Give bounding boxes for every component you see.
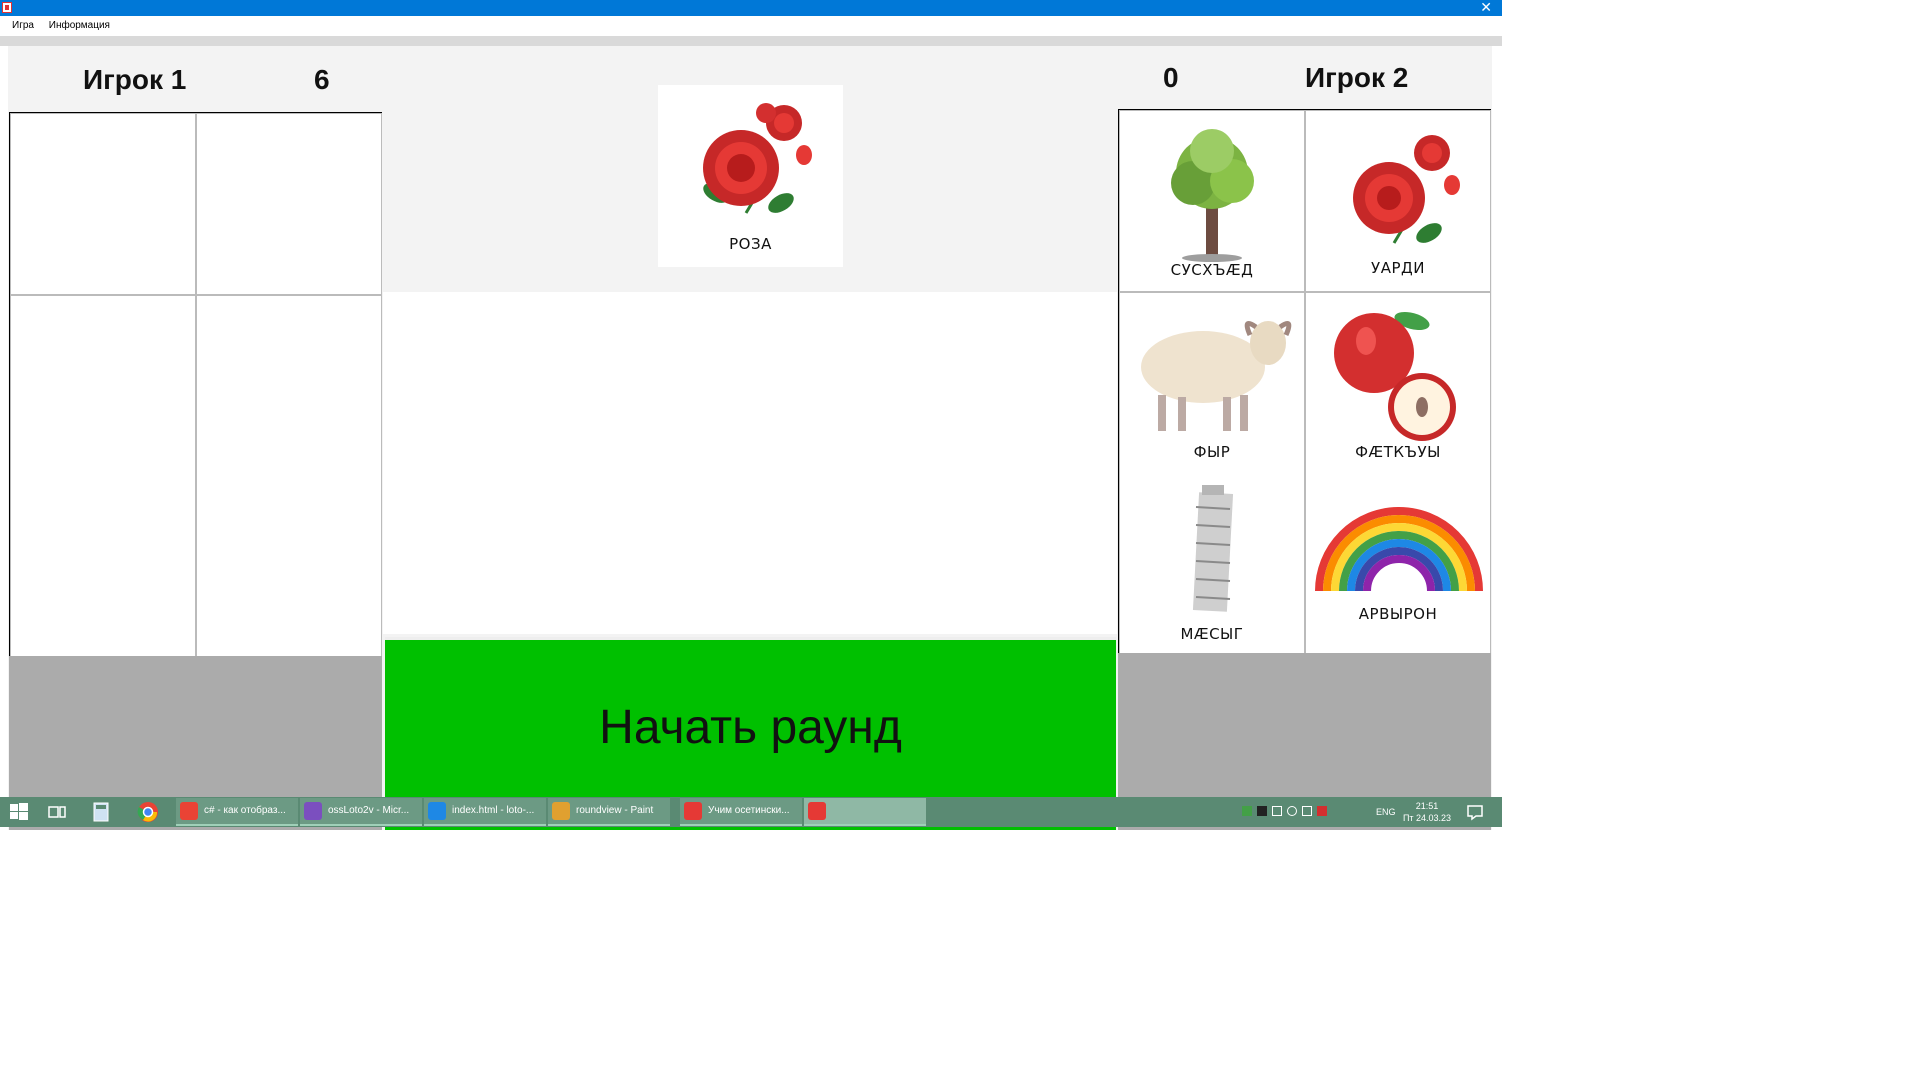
player2-name: Игрок 2: [1305, 62, 1409, 93]
taskbar: c# - как отобраз... ossLoto2v - Micr... …: [0, 797, 1502, 827]
app-icon: [2, 2, 12, 13]
clock-time: 21:51: [1415, 801, 1439, 811]
player1-name: Игрок 1: [83, 64, 187, 95]
rainbow-icon: [1315, 507, 1483, 592]
player1-cell[interactable]: [10, 113, 196, 295]
current-card-caption: РОЗА: [729, 235, 772, 253]
clock[interactable]: 21:51 Пт 24.03.23: [1402, 800, 1452, 830]
player2-card-tree[interactable]: СУСХЪÆД: [1119, 110, 1305, 292]
taskbar-app-label: index.html - loto-...: [452, 805, 535, 816]
rose-icon: [703, 103, 812, 214]
game-app-icon: [808, 802, 826, 820]
calculator-icon[interactable]: [90, 801, 112, 823]
player1-board: [9, 112, 382, 657]
player2-card-apple-rainbow[interactable]: ФÆТКЪУЫ АРВЫРОН: [1305, 292, 1491, 654]
card-caption: УАРДИ: [1371, 259, 1425, 277]
taskbar-app-label: ossLoto2v - Micr...: [328, 805, 410, 816]
task-view-icon[interactable]: [46, 801, 68, 823]
player2-card-rose[interactable]: УАРДИ: [1305, 110, 1491, 292]
taskbar-app-label: c# - как отобраз...: [204, 805, 286, 816]
player2-board: СУСХЪÆД УАРДИ ФЫР МÆСЫГ ФÆТКЪУЫ АРВЫРОН: [1118, 109, 1491, 654]
tower-icon: [1192, 485, 1234, 612]
menu-bar: Игра Информация: [0, 16, 1502, 36]
taskbar-app-chrome[interactable]: c# - как отобраз...: [176, 798, 298, 826]
player2-card-sheep-tower[interactable]: ФЫР МÆСЫГ: [1119, 292, 1305, 654]
apple-icon: [1334, 311, 1456, 441]
menu-item-info[interactable]: Информация: [49, 16, 110, 36]
taskbar-app-paint[interactable]: roundview - Paint: [548, 798, 670, 826]
taskbar-app-vscode[interactable]: index.html - loto-...: [424, 798, 546, 826]
player1-cell[interactable]: [196, 295, 382, 657]
player1-cell[interactable]: [196, 113, 382, 295]
paint-icon: [552, 802, 570, 820]
card-caption: МÆСЫГ: [1180, 625, 1244, 643]
tree-icon: [1171, 129, 1254, 262]
vscode-icon: [428, 802, 446, 820]
notification-icon[interactable]: [1464, 801, 1486, 823]
player1-score: 6: [314, 64, 330, 95]
top-strip: [0, 36, 1502, 46]
windows-start-icon[interactable]: [8, 801, 30, 823]
chrome-icon[interactable]: [137, 801, 159, 823]
play-area: [383, 292, 1117, 634]
card-caption: СУСХЪÆД: [1170, 261, 1254, 279]
taskbar-app-visual-studio[interactable]: ossLoto2v - Micr...: [300, 798, 422, 826]
taskbar-app-label: roundview - Paint: [576, 805, 654, 816]
taskbar-app-game[interactable]: Учим осетински...: [680, 798, 802, 826]
language-indicator[interactable]: ENG: [1376, 797, 1396, 827]
current-card: РОЗА: [658, 85, 843, 267]
card-caption: ФÆТКЪУЫ: [1355, 443, 1441, 461]
card-caption: ФЫР: [1193, 443, 1231, 461]
game-app-icon: [684, 802, 702, 820]
rose-icon: [1353, 135, 1460, 244]
tray-icons[interactable]: [1242, 806, 1332, 830]
chrome-icon: [180, 802, 198, 820]
game-window: ✕ Игра Информация Игрок 1 6 0 Игрок 2 РО…: [0, 0, 1502, 830]
title-bar: ✕: [0, 0, 1502, 16]
taskbar-app-game-active[interactable]: [804, 798, 926, 826]
start-round-label: Начать раунд: [599, 701, 902, 754]
card-caption: АРВЫРОН: [1358, 605, 1438, 623]
close-button[interactable]: ✕: [1480, 0, 1492, 15]
player1-cell[interactable]: [10, 295, 196, 657]
player2-score: 0: [1163, 62, 1179, 93]
clock-date: Пт 24.03.23: [1402, 813, 1452, 823]
taskbar-app-label: Учим осетински...: [708, 805, 790, 816]
menu-item-game[interactable]: Игра: [12, 16, 34, 36]
background-edge: [1502, 0, 1549, 830]
sheep-icon: [1141, 320, 1292, 431]
visual-studio-icon: [304, 802, 322, 820]
